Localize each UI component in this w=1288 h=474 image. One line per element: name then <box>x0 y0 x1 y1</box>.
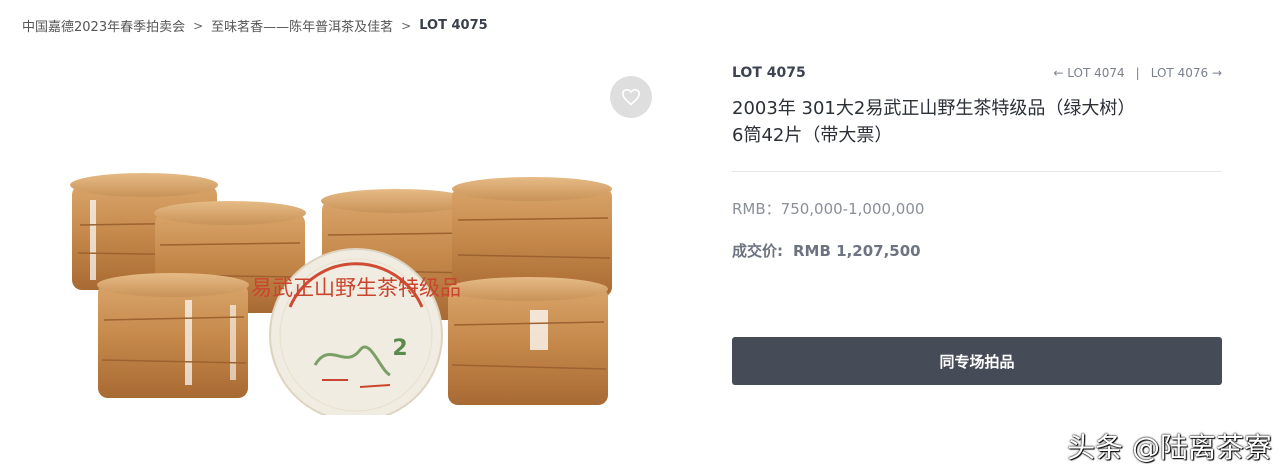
tea-tongs-photo: 易武正山野生茶特级品 2 <box>70 173 612 422</box>
arrow-right-icon: → <box>1211 66 1222 80</box>
heart-icon <box>621 88 641 106</box>
next-lot-label: LOT 4076 <box>1150 66 1209 80</box>
sold-price: 成交价: RMB 1,207,500 <box>732 240 921 261</box>
tea-tong <box>97 273 249 398</box>
cake-number: 2 <box>392 336 407 361</box>
tea-tong <box>448 277 608 405</box>
breadcrumb: 中国嘉德2023年春季拍卖会 > 至味茗香——陈年普洱茶及佳茗 > LOT 40… <box>22 16 488 35</box>
lot-navigation: ← LOT 4074 | LOT 4076 → <box>1053 66 1222 80</box>
lot-title-line1: 2003年 301大2易武正山野生茶特级品（绿大树） <box>732 98 1136 119</box>
lot-title: 2003年 301大2易武正山野生茶特级品（绿大树） 6筒42片（带大票） <box>732 95 1212 149</box>
lot-number: LOT 4075 <box>732 65 806 81</box>
breadcrumb-separator: > <box>401 18 412 33</box>
cake-label: 易武正山野生茶特级品 <box>251 276 461 300</box>
sold-label: 成交价: <box>732 242 783 260</box>
favorite-button[interactable] <box>610 76 652 118</box>
nav-separator: | <box>1135 66 1140 80</box>
prev-lot-link[interactable]: ← LOT 4074 <box>1053 66 1124 80</box>
divider <box>732 171 1222 172</box>
lot-image[interactable]: 易武正山野生茶特级品 2 <box>60 165 630 422</box>
estimate-price: RMB：750,000-1,000,000 <box>732 200 925 218</box>
next-lot-link[interactable]: LOT 4076 → <box>1151 66 1222 80</box>
breadcrumb-item-auction[interactable]: 中国嘉德2023年春季拍卖会 <box>22 16 185 35</box>
watermark: 头条 @陆离茶寮 <box>1067 431 1272 464</box>
breadcrumb-current: LOT 4075 <box>419 18 488 33</box>
breadcrumb-item-session[interactable]: 至味茗香——陈年普洱茶及佳茗 <box>211 16 393 35</box>
lot-title-line2: 6筒42片（带大票） <box>732 125 893 146</box>
prev-lot-label: LOT 4074 <box>1067 66 1125 80</box>
sold-amount: RMB 1,207,500 <box>793 242 921 260</box>
same-session-lots-button[interactable]: 同专场拍品 <box>732 337 1222 385</box>
arrow-left-icon: ← <box>1053 66 1064 80</box>
breadcrumb-separator: > <box>193 18 204 33</box>
